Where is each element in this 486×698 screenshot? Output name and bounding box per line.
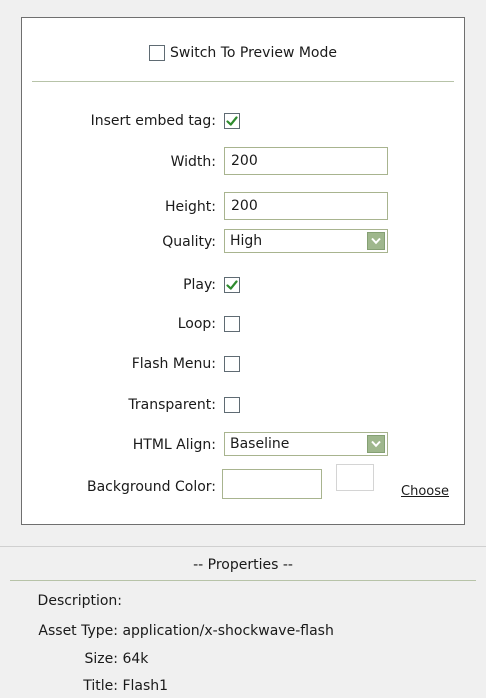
prop-size: Size: 64k — [0, 648, 149, 670]
play-checkbox[interactable] — [224, 277, 240, 293]
preview-mode-checkbox[interactable] — [148, 45, 165, 61]
width-input[interactable]: 200 — [224, 147, 388, 175]
loop-checkbox[interactable] — [224, 316, 240, 332]
chevron-down-icon — [371, 440, 381, 448]
prop-asset-type-value: application/x-shockwave-flash — [122, 623, 334, 639]
row-html-align: HTML Align: Baseline — [22, 432, 464, 458]
html-align-label: HTML Align: — [132, 437, 216, 453]
row-insert-embed: Insert embed tag: — [22, 108, 464, 134]
transparent-checkbox[interactable] — [224, 397, 240, 413]
background-color-input[interactable] — [222, 469, 322, 499]
html-align-dropdown-button[interactable] — [367, 435, 385, 453]
prop-title-key: Title: — [83, 678, 118, 694]
properties-divider — [10, 580, 476, 581]
row-transparent: Transparent: — [22, 392, 464, 418]
properties-separator — [0, 546, 486, 547]
quality-label: Quality: — [162, 234, 216, 250]
prop-size-key: Size: — [84, 651, 118, 667]
row-height: Height: 200 — [22, 192, 464, 220]
quality-dropdown-button[interactable] — [367, 232, 385, 250]
prop-asset-type: Asset Type: application/x-shockwave-flas… — [0, 620, 334, 642]
prop-description: Description: — [0, 590, 122, 612]
properties-header: -- Properties -- — [193, 557, 293, 573]
row-width: Width: 200 — [22, 147, 464, 175]
flash-menu-label: Flash Menu: — [131, 356, 216, 372]
chevron-down-icon — [371, 237, 381, 245]
preview-mode-label: Switch To Preview Mode — [169, 45, 337, 61]
loop-label: Loop: — [177, 316, 216, 332]
width-label: Width: — [170, 154, 216, 170]
color-swatch[interactable] — [336, 464, 374, 491]
height-label: Height: — [165, 199, 216, 215]
html-align-value: Baseline — [230, 436, 290, 452]
transparent-label: Transparent: — [128, 397, 216, 413]
prop-description-key: Description: — [37, 593, 122, 609]
prop-title: Title: Flash1 — [0, 675, 168, 697]
width-value: 200 — [231, 153, 258, 169]
play-label: Play: — [183, 277, 216, 293]
prop-asset-type-key: Asset Type: — [38, 623, 118, 639]
height-value: 200 — [231, 198, 258, 214]
flash-settings-panel: Switch To Preview Mode Insert embed tag:… — [21, 17, 465, 525]
insert-embed-label: Insert embed tag: — [90, 113, 216, 129]
check-icon — [226, 280, 238, 290]
height-input[interactable]: 200 — [224, 192, 388, 220]
row-play: Play: — [22, 272, 464, 298]
prop-size-value: 64k — [122, 651, 149, 667]
choose-color-link[interactable]: Choose — [401, 484, 449, 499]
preview-mode-row: Switch To Preview Mode — [22, 45, 464, 61]
html-align-select[interactable]: Baseline — [224, 432, 388, 456]
row-quality: Quality: High — [22, 229, 464, 255]
prop-title-value: Flash1 — [122, 678, 169, 694]
quality-select[interactable]: High — [224, 229, 388, 253]
flash-menu-checkbox[interactable] — [224, 356, 240, 372]
divider — [32, 81, 454, 82]
row-loop: Loop: — [22, 311, 464, 337]
check-icon — [226, 116, 238, 126]
insert-embed-checkbox[interactable] — [224, 113, 240, 129]
row-flash-menu: Flash Menu: — [22, 351, 464, 377]
quality-value: High — [230, 233, 263, 249]
background-color-label: Background Color: — [87, 479, 216, 495]
